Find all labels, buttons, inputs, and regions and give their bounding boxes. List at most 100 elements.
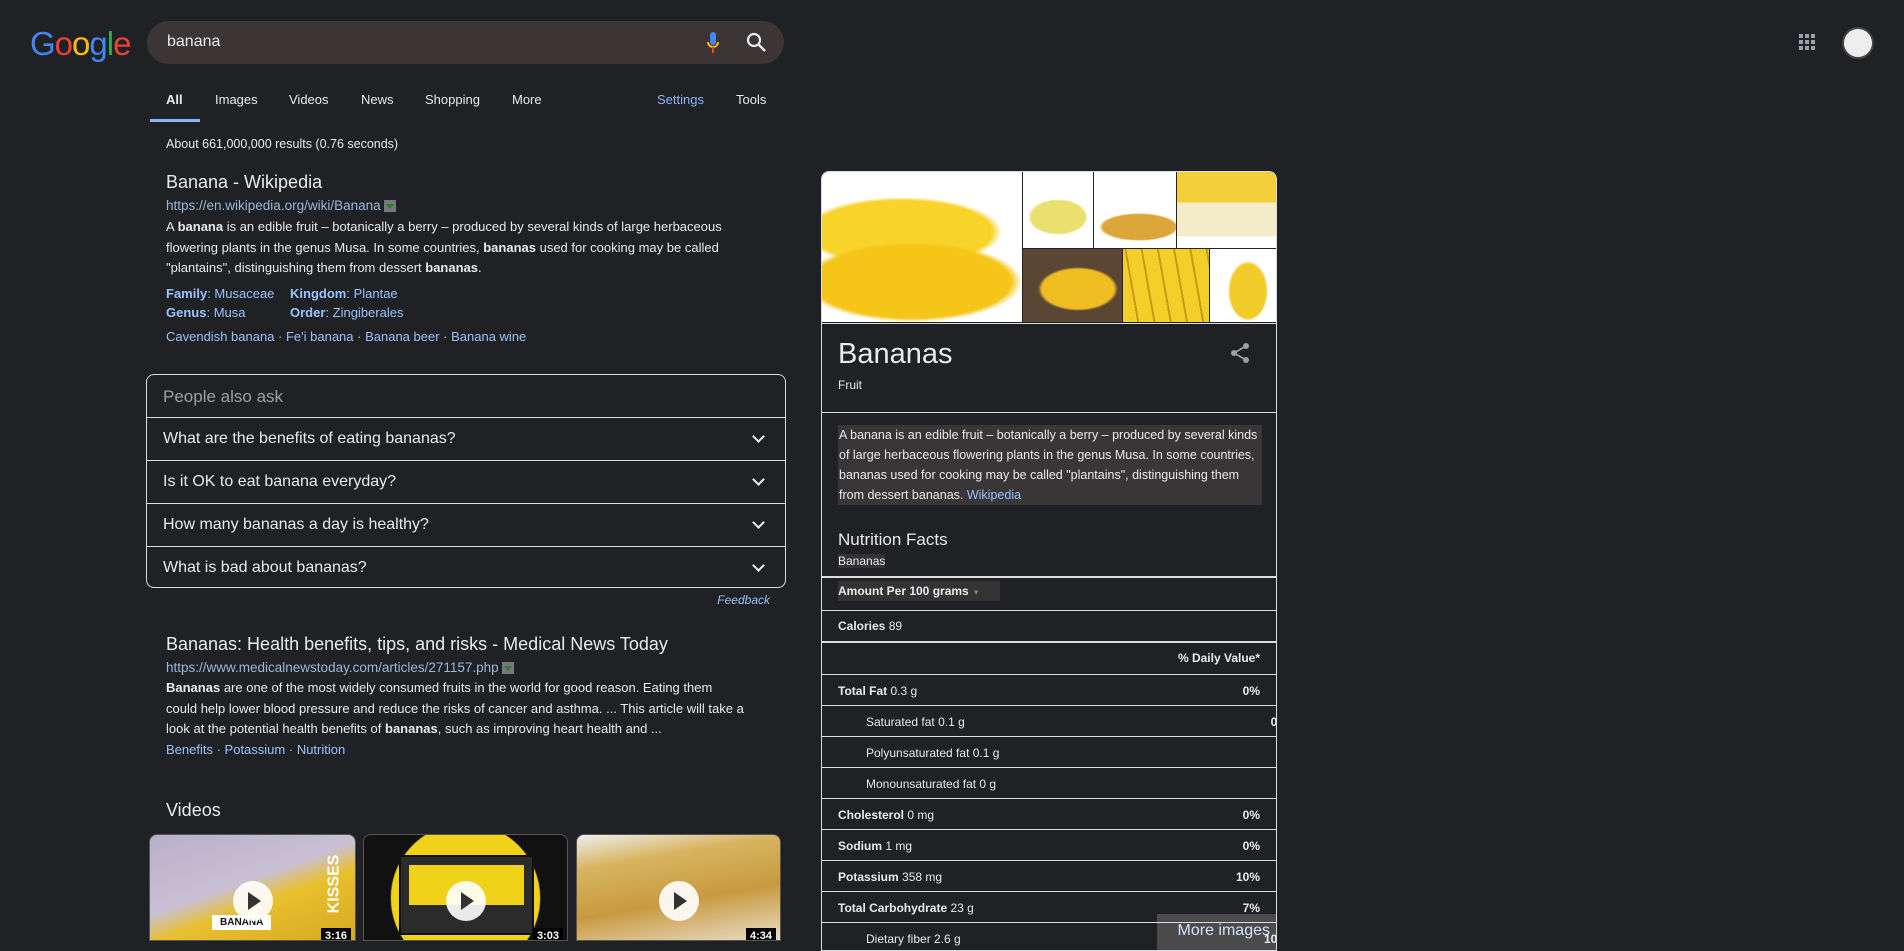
result-url[interactable]: https://en.wikipedia.org/wiki/Banana [166,198,396,213]
tab-more[interactable]: More [512,92,542,107]
amount-selector[interactable]: Amount Per 100 grams ▼ [838,581,1000,601]
chevron-down-icon[interactable] [752,559,765,572]
knowledge-panel: More images Bananas Fruit A banana is an… [821,171,1277,951]
calories-row: Calories 89 [838,619,903,633]
daily-value: 0% [1270,715,1277,729]
search-input[interactable]: banana [167,33,220,51]
nutrition-row: Total Fat 0.3 g 0% [838,684,1260,698]
divider [822,891,1276,892]
video-duration: 3:03 [532,928,563,940]
paa-question[interactable]: Is it OK to eat banana everyday? [147,460,785,503]
divider [822,736,1276,737]
sitelink[interactable]: Benefits [166,742,213,757]
divider [822,860,1276,861]
video-duration: 4:34 [745,928,776,940]
tab-selected-indicator [150,119,200,122]
nutrition-row: Total Carbohydrate 23 g 7% [838,901,1260,915]
avatar[interactable] [1842,27,1874,59]
nutrition-row: Polyunsaturated fat 0.1 g [866,746,1000,760]
banana-image[interactable] [1177,172,1276,249]
divider [822,798,1276,799]
video-thumbnail[interactable]: 4:34 [576,834,781,941]
banana-image[interactable] [1094,172,1177,249]
divider [822,922,1276,923]
daily-value: 0% [1242,808,1260,822]
result-url-text[interactable]: https://www.medicalnewstoday.com/article… [166,660,499,675]
divider [822,705,1276,706]
mic-icon[interactable] [707,31,719,55]
sitelink[interactable]: Potassium [225,742,286,757]
result-url-text[interactable]: https://en.wikipedia.org/wiki/Banana [166,198,381,213]
dropdown-arrow-icon[interactable] [383,200,396,213]
wikipedia-link[interactable]: Wikipedia [967,488,1021,502]
fact-kingdom[interactable]: Kingdom: Plantae [290,286,398,301]
fact-order[interactable]: Order: Zingiberales [290,305,403,320]
nutrition-row: Cholesterol 0 mg 0% [838,808,1260,822]
result-title[interactable]: Banana - Wikipedia [166,172,322,193]
search-icon[interactable] [745,31,767,53]
nutrition-row: Monounsaturated fat 0 g [866,777,997,791]
paa-question[interactable]: What is bad about bananas? [147,546,785,587]
sitelink[interactable]: Banana beer [365,329,439,344]
result-url[interactable]: https://www.medicalnewstoday.com/article… [166,660,514,675]
feedback-link[interactable]: Feedback [700,593,770,607]
sitelink[interactable]: Fe'i banana [286,329,354,344]
tab-news[interactable]: News [361,92,394,107]
dropdown-arrow-icon: ▼ [972,588,980,597]
divider [822,829,1276,830]
daily-value: 10% [1235,870,1260,884]
video-thumbnail[interactable]: 3:03 [363,834,568,941]
sitelinks: Cavendish banana · Fe'i banana · Banana … [166,329,527,344]
entity-description: A banana is an edible fruit – botanicall… [838,425,1262,505]
result-snippet: A banana is an edible fruit – botanicall… [166,219,722,275]
tab-images[interactable]: Images [215,92,258,107]
nutrition-row: Saturated fat 0.1 g0% [866,715,1276,729]
videos-header: Videos [166,800,221,820]
nutrition-row: Sodium 1 mg 0% [838,839,1260,853]
nutrition-title: Nutrition Facts [838,530,948,549]
daily-value: 10% [1263,932,1277,946]
divider [822,767,1276,768]
tools-button[interactable]: Tools [736,92,766,107]
entity-subtitle: Fruit [838,378,862,392]
tab-videos[interactable]: Videos [289,92,329,107]
chevron-down-icon[interactable] [752,516,765,529]
result-title[interactable]: Bananas: Health benefits, tips, and risk… [166,634,668,655]
daily-value: 7% [1242,901,1260,915]
dropdown-arrow-icon[interactable] [501,662,514,675]
paa-question[interactable]: What are the benefits of eating bananas? [147,417,785,460]
video-side-text: KISSES [325,854,343,914]
tab-shopping[interactable]: Shopping [425,92,480,107]
video-thumbnail[interactable]: BANANA KISSES 3:16 [149,834,356,941]
banana-image[interactable] [822,172,1023,323]
chevron-down-icon[interactable] [752,473,765,486]
sitelink[interactable]: Banana wine [451,329,526,344]
play-icon[interactable] [232,881,273,921]
fact-genus[interactable]: Genus: Musa [166,305,246,320]
play-icon[interactable] [445,881,486,921]
tab-all[interactable]: All [166,92,183,107]
people-also-ask: People also ask What are the benefits of… [146,374,786,588]
apps-grid-icon[interactable] [1799,34,1816,51]
result-stats: About 661,000,000 results (0.76 seconds) [166,137,399,151]
google-logo[interactable]: Google [30,25,131,63]
settings-link[interactable]: Settings [657,92,704,107]
sitelink[interactable]: Nutrition [297,742,345,757]
entity-title: Bananas [838,338,953,370]
banana-image[interactable] [1210,249,1276,323]
daily-value: 0% [1242,839,1260,853]
nutrition-row: Dietary fiber 2.6 g10% [866,932,1276,946]
banana-image[interactable] [1123,249,1210,323]
banana-image[interactable] [1023,249,1123,323]
nutrition-food: Bananas [838,554,886,568]
play-icon[interactable] [658,881,699,921]
share-icon[interactable] [1230,342,1250,364]
search-box[interactable]: banana [147,21,784,64]
nutrition-row: Potassium 358 mg 10% [838,870,1260,884]
banana-image[interactable] [1023,172,1094,249]
chevron-down-icon[interactable] [752,430,765,443]
sitelinks: Benefits · Potassium · Nutrition [166,742,346,757]
paa-question[interactable]: How many bananas a day is healthy? [147,503,785,546]
sitelink[interactable]: Cavendish banana [166,329,274,344]
fact-family[interactable]: Family: Musaceae [166,286,274,301]
